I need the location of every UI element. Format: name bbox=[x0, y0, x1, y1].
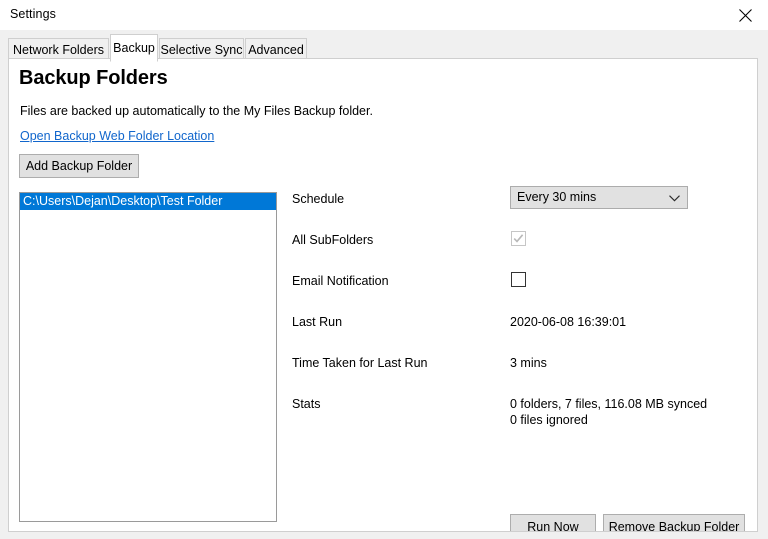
tab-label: Selective Sync bbox=[160, 43, 243, 57]
schedule-label: Schedule bbox=[292, 192, 345, 206]
tab-label: Advanced bbox=[248, 43, 304, 57]
open-backup-web-folder-link[interactable]: Open Backup Web Folder Location bbox=[20, 129, 214, 143]
email-notification-label: Email Notification bbox=[292, 274, 389, 288]
all-subfolders-label: All SubFolders bbox=[292, 233, 374, 247]
stats-value-line2: 0 files ignored bbox=[510, 413, 588, 427]
last-run-label: Last Run bbox=[292, 315, 343, 329]
stats-value: 0 folders, 7 files, 116.08 MB synced 0 f… bbox=[510, 397, 707, 427]
check-icon bbox=[513, 234, 524, 243]
time-taken-label: Time Taken for Last Run bbox=[292, 356, 428, 370]
backup-folder-listbox[interactable]: C:\Users\Dejan\Desktop\Test Folder bbox=[19, 192, 277, 522]
close-button[interactable] bbox=[722, 0, 768, 30]
all-subfolders-checkbox[interactable] bbox=[511, 231, 526, 246]
tab-label: Backup bbox=[113, 41, 155, 55]
time-taken-value: 3 mins bbox=[510, 356, 547, 370]
add-backup-folder-button[interactable]: Add Backup Folder bbox=[19, 154, 139, 178]
add-backup-folder-label: Add Backup Folder bbox=[25, 159, 133, 173]
email-notification-checkbox[interactable] bbox=[511, 272, 526, 287]
tab-backup[interactable]: Backup bbox=[110, 34, 158, 62]
last-run-value: 2020-06-08 16:39:01 bbox=[510, 315, 627, 329]
page-title: Backup Folders bbox=[19, 67, 168, 89]
schedule-select[interactable]: Every 30 mins bbox=[510, 186, 688, 209]
run-now-label: Run Now bbox=[527, 519, 579, 532]
window-titlebar: Settings bbox=[0, 0, 768, 30]
tab-label: Network Folders bbox=[13, 43, 104, 57]
page-description: Files are backed up automatically to the… bbox=[20, 104, 373, 118]
stats-value-line1: 0 folders, 7 files, 116.08 MB synced bbox=[510, 397, 708, 411]
stats-label: Stats bbox=[292, 397, 321, 411]
folder-path: C:\Users\Dejan\Desktop\Test Folder bbox=[23, 194, 223, 208]
remove-backup-folder-label: Remove Backup Folder bbox=[608, 519, 740, 532]
list-item[interactable]: C:\Users\Dejan\Desktop\Test Folder bbox=[20, 193, 276, 210]
run-now-button[interactable]: Run Now bbox=[510, 514, 596, 532]
close-icon bbox=[738, 8, 752, 22]
chevron-down-icon bbox=[669, 195, 680, 202]
backup-settings-panel: Backup Folders Files are backed up autom… bbox=[8, 58, 758, 532]
remove-backup-folder-button[interactable]: Remove Backup Folder bbox=[603, 514, 745, 532]
window-title: Settings bbox=[10, 7, 56, 21]
schedule-selected-value: Every 30 mins bbox=[517, 190, 597, 204]
